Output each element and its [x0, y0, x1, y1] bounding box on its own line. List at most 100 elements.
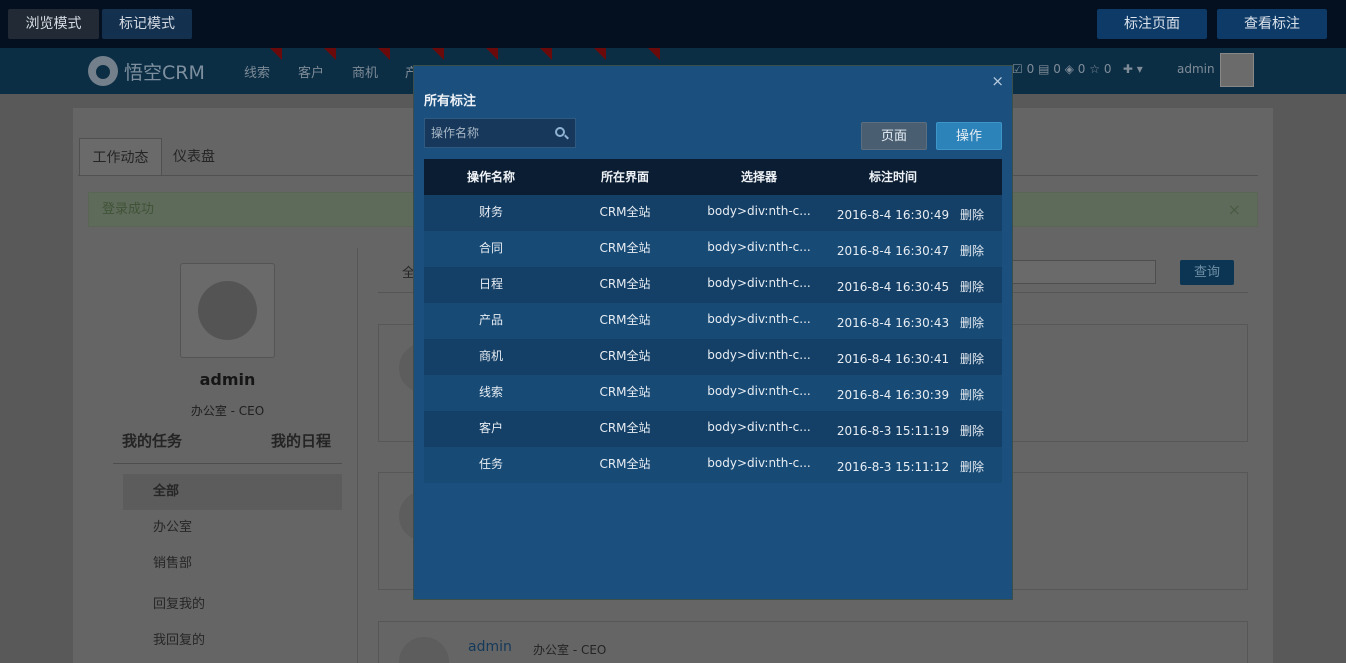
- mark-name: 产品: [478, 312, 503, 327]
- crm-logo[interactable]: 悟空CRM: [88, 56, 205, 86]
- mark-time: 2016-8-3 15:11:12: [836, 459, 950, 474]
- column-header: 标注时间: [868, 169, 917, 184]
- divider: [113, 463, 342, 464]
- add-icon[interactable]: ✚ ▾: [1123, 62, 1143, 76]
- filter-all[interactable]: 全部: [123, 474, 342, 510]
- event-icon[interactable]: ◈: [1065, 62, 1074, 76]
- mark-time: 2016-8-4 16:30:43: [836, 315, 950, 330]
- mark-time: 2016-8-4 16:30:45: [836, 279, 950, 294]
- filter-sales[interactable]: 销售部: [123, 546, 342, 582]
- delete-button[interactable]: 删除: [960, 231, 1002, 267]
- search-input[interactable]: [425, 119, 545, 147]
- table-row: 客户 CRM全站 body>div:nth-c... 2016-8-3 15:1…: [424, 411, 1002, 447]
- mark-time: 2016-8-4 16:30:47: [836, 243, 950, 258]
- delete-button[interactable]: 删除: [960, 267, 1002, 303]
- mark-selector: body>div:nth-c...: [707, 420, 811, 434]
- profile-avatar[interactable]: [180, 263, 275, 358]
- feed-author-dept: 办公室 - CEO: [533, 643, 607, 657]
- mark-flag-icon: [324, 48, 336, 60]
- mark-flag-icon: [432, 48, 444, 60]
- column-header: 选择器: [740, 169, 777, 184]
- mark-flag-icon: [540, 48, 552, 60]
- filter-page-button[interactable]: 页面: [861, 122, 927, 150]
- nav-item-opportunities[interactable]: 商机: [352, 62, 378, 81]
- mark-page-button[interactable]: 标注页面: [1097, 9, 1207, 39]
- search-icon[interactable]: [555, 127, 565, 137]
- column-header: 操作名称: [466, 169, 515, 184]
- table-row: 商机 CRM全站 body>div:nth-c... 2016-8-4 16:3…: [424, 339, 1002, 375]
- delete-button[interactable]: 删除: [960, 447, 1002, 483]
- close-icon[interactable]: ×: [1228, 193, 1241, 226]
- message-icon[interactable]: ▤: [1038, 62, 1049, 76]
- filter-operation-button[interactable]: 操作: [936, 122, 1002, 150]
- logo-text: 悟空CRM: [124, 61, 205, 84]
- message-count: 0: [1053, 62, 1061, 76]
- feed-author[interactable]: admin: [468, 639, 512, 655]
- event-count: 0: [1077, 62, 1086, 76]
- mark-page: CRM全站: [599, 276, 651, 291]
- divider: [357, 248, 358, 663]
- mark-flag-icon: [378, 48, 390, 60]
- filter-office[interactable]: 办公室: [123, 510, 342, 546]
- mark-time: 2016-8-4 16:30:49: [836, 207, 950, 222]
- nav-item-customers[interactable]: 客户: [298, 62, 324, 81]
- mark-selector: body>div:nth-c...: [707, 456, 811, 470]
- nav-item-leads[interactable]: 线索: [244, 62, 270, 81]
- star-count: 0: [1103, 62, 1112, 76]
- my-tasks-link[interactable]: 我的任务: [122, 430, 182, 451]
- browse-mode-button[interactable]: 浏览模式: [8, 9, 99, 39]
- nav-stats: ☑ 0 ▤ 0 ◈ 0 ☆ 0 ✚ ▾: [1012, 62, 1143, 76]
- delete-button[interactable]: 删除: [960, 195, 1002, 231]
- table-row: 财务 CRM全站 body>div:nth-c... 2016-8-4 16:3…: [424, 195, 1002, 231]
- table-row: 任务 CRM全站 body>div:nth-c... 2016-8-3 15:1…: [424, 447, 1002, 483]
- star-icon[interactable]: ☆: [1089, 62, 1100, 76]
- delete-button[interactable]: 删除: [960, 375, 1002, 411]
- delete-button[interactable]: 删除: [960, 411, 1002, 447]
- mark-name: 任务: [478, 456, 503, 471]
- profile-dept: 办公室 - CEO: [190, 404, 265, 418]
- query-button[interactable]: 查询: [1180, 260, 1234, 285]
- marks-table: 操作名称 所在界面 选择器 标注时间 财务 CRM全站 body>div:nth…: [424, 159, 1002, 483]
- query-input[interactable]: [1008, 260, 1156, 284]
- search-box: [424, 118, 576, 148]
- mark-selector: body>div:nth-c...: [707, 348, 811, 362]
- mark-name: 日程: [478, 276, 503, 291]
- mark-name: 商机: [478, 348, 503, 363]
- alert-text: 登录成功: [102, 202, 155, 217]
- mark-selector: body>div:nth-c...: [707, 312, 811, 326]
- delete-button[interactable]: 删除: [960, 303, 1002, 339]
- mark-page: CRM全站: [599, 312, 651, 327]
- nav-username[interactable]: admin: [1177, 62, 1215, 76]
- mark-time: 2016-8-3 15:11:19: [836, 423, 950, 438]
- mark-selector: body>div:nth-c...: [707, 204, 811, 218]
- mark-name: 合同: [478, 240, 503, 255]
- table-row: 合同 CRM全站 body>div:nth-c... 2016-8-4 16:3…: [424, 231, 1002, 267]
- mark-page: CRM全站: [599, 204, 651, 219]
- table-body: 财务 CRM全站 body>div:nth-c... 2016-8-4 16:3…: [424, 195, 1002, 483]
- mark-page: CRM全站: [599, 348, 651, 363]
- nav-avatar[interactable]: [1220, 53, 1254, 87]
- table-row: 日程 CRM全站 body>div:nth-c... 2016-8-4 16:3…: [424, 267, 1002, 303]
- filter-replied-to-me[interactable]: 回复我的: [123, 587, 342, 623]
- table-row: 产品 CRM全站 body>div:nth-c... 2016-8-4 16:3…: [424, 303, 1002, 339]
- close-icon[interactable]: ×: [991, 72, 1004, 90]
- delete-button[interactable]: 删除: [960, 339, 1002, 375]
- mark-mode-button[interactable]: 标记模式: [102, 9, 192, 39]
- filter-my-replies[interactable]: 我回复的: [123, 623, 342, 659]
- mark-time: 2016-8-4 16:30:41: [836, 351, 950, 366]
- view-marks-button[interactable]: 查看标注: [1217, 9, 1327, 39]
- mark-page: CRM全站: [599, 456, 651, 471]
- task-icon[interactable]: ☑: [1012, 62, 1023, 76]
- mark-flag-icon: [270, 48, 282, 60]
- column-header: [960, 159, 1002, 195]
- avatar[interactable]: [399, 637, 449, 663]
- task-count: 0: [1026, 62, 1035, 76]
- table-header: 操作名称 所在界面 选择器 标注时间: [424, 159, 1002, 195]
- modal-title: 所有标注: [424, 94, 477, 109]
- mark-selector: body>div:nth-c...: [707, 240, 811, 254]
- tab-work-activity[interactable]: 工作动态: [79, 138, 162, 176]
- tab-dashboard[interactable]: 仪表盘: [173, 138, 215, 176]
- mode-bar: 浏览模式 标记模式 标注页面 查看标注: [0, 0, 1346, 48]
- mark-flag-icon: [594, 48, 606, 60]
- my-schedule-link[interactable]: 我的日程: [271, 430, 331, 451]
